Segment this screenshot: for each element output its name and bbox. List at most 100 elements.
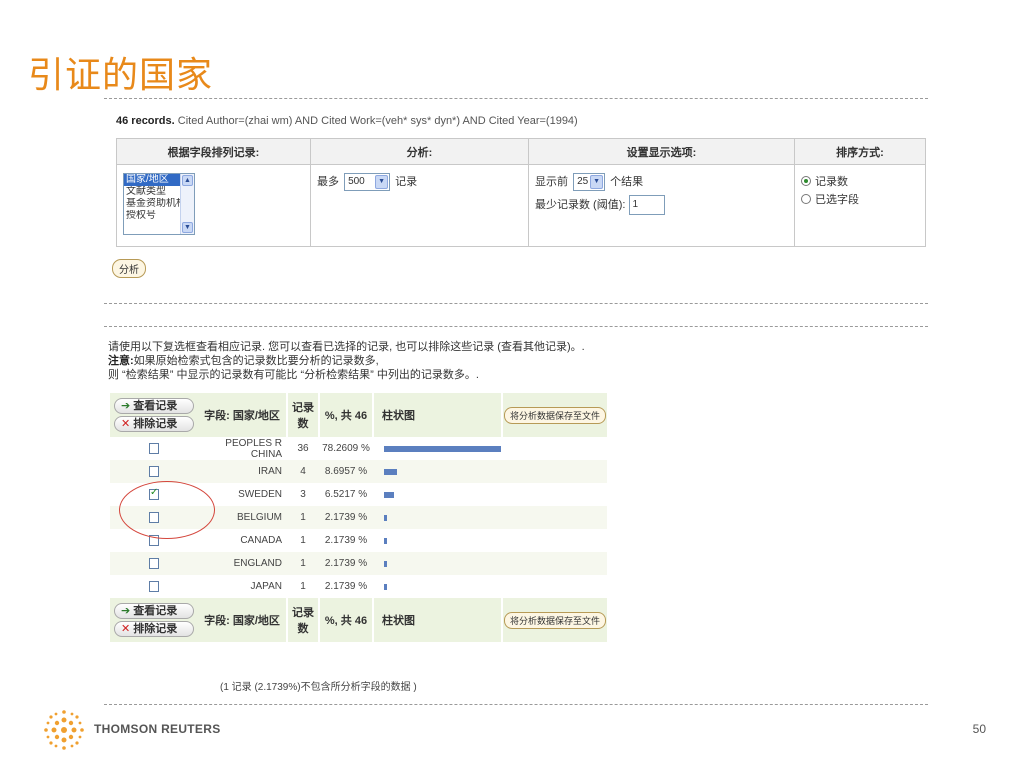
instruction-line: 则 “检索结果” 中显示的记录数有可能比 “分析检索结果” 中列出的记录数多。. — [108, 369, 479, 381]
header-display: 设置显示选项: — [528, 138, 795, 165]
header-rank-by: 根据字段排列记录: — [116, 138, 311, 165]
radio-selected-icon[interactable] — [801, 176, 811, 186]
count-cell: 3 — [300, 489, 306, 500]
pct-cell: 2.1739 % — [324, 535, 368, 546]
analyze-count-value: 500 — [348, 176, 365, 188]
divider — [104, 326, 928, 327]
page-number: 50 — [972, 722, 986, 736]
row-checkbox[interactable] — [149, 465, 159, 477]
min-records-label: 最少记录数 (阈值): — [535, 199, 626, 211]
count-cell: 36 — [297, 443, 309, 454]
analyze-button[interactable]: 分析 — [112, 259, 146, 278]
table-row: PEOPLES R CHINA 36 78.2609 % — [110, 437, 607, 460]
pct-cell: 6.5217 % — [324, 489, 368, 500]
sort-option-count[interactable]: 记录数 — [801, 173, 919, 189]
highlight-circle — [119, 481, 215, 539]
chevron-down-icon: ▼ — [375, 175, 389, 190]
field-option[interactable]: 文献类型 — [124, 186, 180, 198]
analyze-suffix: 记录 — [395, 176, 418, 188]
country-cell: CANADA — [240, 535, 282, 546]
results-footer-row: ➔ 查看记录 ✕ 排除记录 字段: 国家/地区 记录数 %, 共 46 柱状图 … — [110, 598, 607, 642]
results-header-row: ➔ 查看记录 ✕ 排除记录 字段: 国家/地区 记录数 %, 共 46 柱状图 … — [110, 393, 607, 437]
min-records-input[interactable]: 1 — [628, 195, 665, 216]
divider — [104, 303, 928, 304]
pct-cell: 8.6957 % — [320, 460, 372, 483]
scroll-down-icon[interactable]: ▼ — [182, 222, 193, 233]
footnote: (1 记录 (2.1739%)不包含所分析字段的数据 ) — [220, 682, 417, 693]
count-cell: 1 — [300, 535, 306, 546]
analyze-prefix: 最多 — [317, 176, 339, 188]
row-checkbox[interactable] — [149, 557, 159, 569]
bar-chart-bar — [384, 560, 387, 567]
col-pct: %, 共 46 — [320, 393, 372, 437]
scroll-up-icon[interactable]: ▲ — [182, 175, 193, 186]
bar-chart-bar — [384, 468, 397, 475]
field-option[interactable]: 授权号 — [124, 210, 180, 222]
count-cell: 1 — [300, 581, 306, 592]
close-icon: ✕ — [121, 623, 131, 635]
exclude-records-button[interactable]: ✕ 排除记录 — [114, 416, 194, 432]
pct-cell: 2.1739 % — [324, 581, 368, 592]
row-checkbox[interactable] — [149, 442, 159, 454]
header-analyze: 分析: — [310, 138, 529, 165]
display-suffix: 个结果 — [610, 176, 644, 188]
thomson-reuters-logo-icon — [44, 710, 84, 750]
count-cell: 4 — [288, 460, 318, 483]
pct-cell: 2.1739 % — [320, 506, 372, 529]
exclude-records-button[interactable]: ✕ 排除记录 — [114, 621, 194, 637]
bar-chart-bar — [384, 491, 394, 498]
view-records-button[interactable]: ➔ 查看记录 — [114, 603, 194, 619]
country-cell: JAPAN — [250, 581, 283, 592]
chevron-down-icon: ▼ — [590, 175, 604, 190]
display-prefix: 显示前 — [535, 176, 568, 188]
slide-title: 引证的国家 — [28, 55, 214, 95]
bar-chart-bar — [384, 514, 387, 521]
bar-chart-bar — [384, 537, 387, 544]
table-row: IRAN 4 8.6957 % — [110, 460, 607, 483]
col-chart: 柱状图 — [374, 393, 501, 437]
record-count: 46 records. — [116, 115, 175, 127]
pct-cell: 78.2609 % — [322, 443, 370, 454]
view-records-button[interactable]: ➔ 查看记录 — [114, 398, 194, 414]
country-cell: PEOPLES R CHINA — [225, 437, 282, 460]
divider — [104, 98, 928, 99]
analyze-count-select[interactable]: 500 ▼ — [344, 173, 391, 192]
col-field: 字段: 国家/地区 — [198, 393, 286, 437]
col-field: 字段: 国家/地区 — [198, 598, 286, 642]
radio-icon[interactable] — [801, 194, 811, 204]
instruction-line: 如果原始检索式包含的记录数比要分析的记录数多, — [133, 355, 379, 367]
query-text: Cited Author=(zhai wm) AND Cited Work=(v… — [177, 115, 578, 127]
country-cell: IRAN — [198, 460, 286, 483]
instruction-line: 请使用以下复选框查看相应记录. 您可以查看已选择的记录, 也可以排除这些记录 (… — [108, 341, 585, 353]
field-option-selected[interactable]: 国家/地区 — [124, 174, 180, 186]
col-pct: %, 共 46 — [320, 598, 372, 642]
col-count: 记录数 — [288, 598, 318, 642]
arrow-right-icon: ➔ — [121, 400, 131, 412]
col-chart: 柱状图 — [374, 598, 501, 642]
table-row: ENGLAND 1 2.1739 % — [110, 552, 607, 575]
bar-chart-bar — [384, 445, 501, 452]
col-count: 记录数 — [288, 393, 318, 437]
table-row: JAPAN 1 2.1739 % — [110, 575, 607, 598]
arrow-right-icon: ➔ — [121, 605, 131, 617]
listbox-scrollbar[interactable]: ▲ ▼ — [180, 174, 194, 234]
field-option[interactable]: 基金资助机构 — [124, 198, 180, 210]
header-sort: 排序方式: — [794, 138, 926, 165]
note-label: 注意: — [108, 355, 134, 367]
save-to-file-button[interactable]: 将分析数据保存至文件 — [503, 611, 606, 629]
field-listbox[interactable]: 国家/地区 文献类型 基金资助机构 授权号 ▲ ▼ — [123, 173, 195, 235]
brand-name: THOMSON REUTERS — [94, 722, 221, 736]
instructions: 请使用以下复选框查看相应记录. 您可以查看已选择的记录, 也可以排除这些记录 (… — [108, 340, 585, 382]
country-cell: ENGLAND — [198, 552, 286, 575]
row-checkbox[interactable] — [149, 580, 159, 592]
sort-option-field[interactable]: 已选字段 — [801, 191, 919, 207]
display-count-value: 25 — [577, 176, 589, 188]
analysis-options-table: 根据字段排列记录: 分析: 设置显示选项: 排序方式: 国家/地区 文献类型 基… — [116, 138, 926, 247]
divider — [104, 704, 928, 705]
query-summary: 46 records. Cited Author=(zhai wm) AND C… — [116, 115, 578, 127]
save-to-file-button[interactable]: 将分析数据保存至文件 — [503, 406, 606, 424]
close-icon: ✕ — [121, 418, 131, 430]
count-cell: 1 — [288, 506, 318, 529]
count-cell: 1 — [288, 552, 318, 575]
display-count-select[interactable]: 25 ▼ — [573, 173, 606, 192]
